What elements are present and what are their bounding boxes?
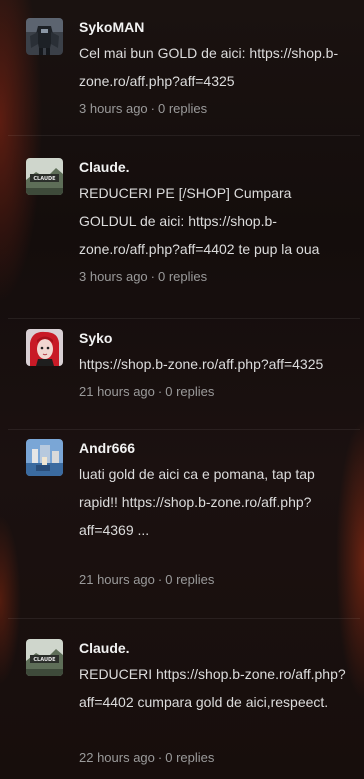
post-author[interactable]: SykoMAN: [79, 19, 144, 35]
meta-separator: ·: [150, 269, 156, 284]
post-text: REDUCERI PE [/SHOP] Cumpara GOLDUL de ai…: [79, 185, 320, 257]
post-time[interactable]: 21 hours ago: [79, 384, 155, 399]
post-author[interactable]: Andr666: [79, 440, 135, 456]
post-replies-link[interactable]: 0 replies: [165, 384, 214, 399]
post-replies-link[interactable]: 0 replies: [158, 269, 207, 284]
post-time[interactable]: 21 hours ago: [79, 572, 155, 587]
status-post: Andr666 luati gold de aici ca e pomana, …: [8, 430, 360, 619]
post-author[interactable]: Syko: [79, 330, 112, 346]
red-hair-girl-avatar-icon[interactable]: [26, 329, 63, 366]
status-post: Syko https://shop.b-zone.ro/aff.php?aff=…: [8, 319, 360, 430]
post-time[interactable]: 3 hours ago: [79, 269, 148, 284]
svg-text:CLAUDE: CLAUDE: [33, 657, 56, 663]
status-post: CLAUDE Claude. REDUCERI https://shop.b-z…: [8, 619, 360, 779]
post-text: Cel mai bun GOLD de aici: https://shop.b…: [79, 45, 339, 89]
post-text: luati gold de aici ca e pomana, tap tap …: [79, 466, 315, 538]
status-post: SykoMAN Cel mai bun GOLD de aici: https:…: [8, 0, 360, 136]
svg-text:CLAUDE: CLAUDE: [33, 176, 56, 182]
status-post: CLAUDE Claude. REDUCERI PE [/SHOP] Cumpa…: [8, 136, 360, 319]
claude-logo-avatar-icon[interactable]: CLAUDE: [26, 639, 63, 676]
post-replies-link[interactable]: 0 replies: [158, 101, 207, 116]
meta-separator: ·: [157, 750, 163, 765]
post-meta: 21 hours ago · 0 replies: [79, 572, 214, 587]
post-meta: 21 hours ago · 0 replies: [79, 384, 214, 399]
post-text: https://shop.b-zone.ro/aff.php?aff=4325: [79, 356, 324, 372]
status-feed: SykoMAN Cel mai bun GOLD de aici: https:…: [8, 0, 360, 779]
robot-avatar-icon[interactable]: [26, 18, 63, 55]
meta-separator: ·: [157, 572, 163, 587]
meta-separator: ·: [150, 101, 156, 116]
post-time[interactable]: 3 hours ago: [79, 101, 148, 116]
post-meta: 3 hours ago · 0 replies: [79, 269, 207, 284]
post-meta: 3 hours ago · 0 replies: [79, 101, 207, 116]
post-author[interactable]: Claude.: [79, 159, 130, 175]
post-replies-link[interactable]: 0 replies: [165, 750, 214, 765]
pixel-scene-avatar-icon[interactable]: [26, 439, 63, 476]
post-time[interactable]: 22 hours ago: [79, 750, 155, 765]
post-replies-link[interactable]: 0 replies: [165, 572, 214, 587]
post-author[interactable]: Claude.: [79, 640, 130, 656]
meta-separator: ·: [157, 384, 163, 399]
post-text: REDUCERI https://shop.b-zone.ro/aff.php?…: [79, 666, 346, 710]
post-meta: 22 hours ago · 0 replies: [79, 750, 214, 765]
claude-logo-avatar-icon[interactable]: CLAUDE: [26, 158, 63, 195]
